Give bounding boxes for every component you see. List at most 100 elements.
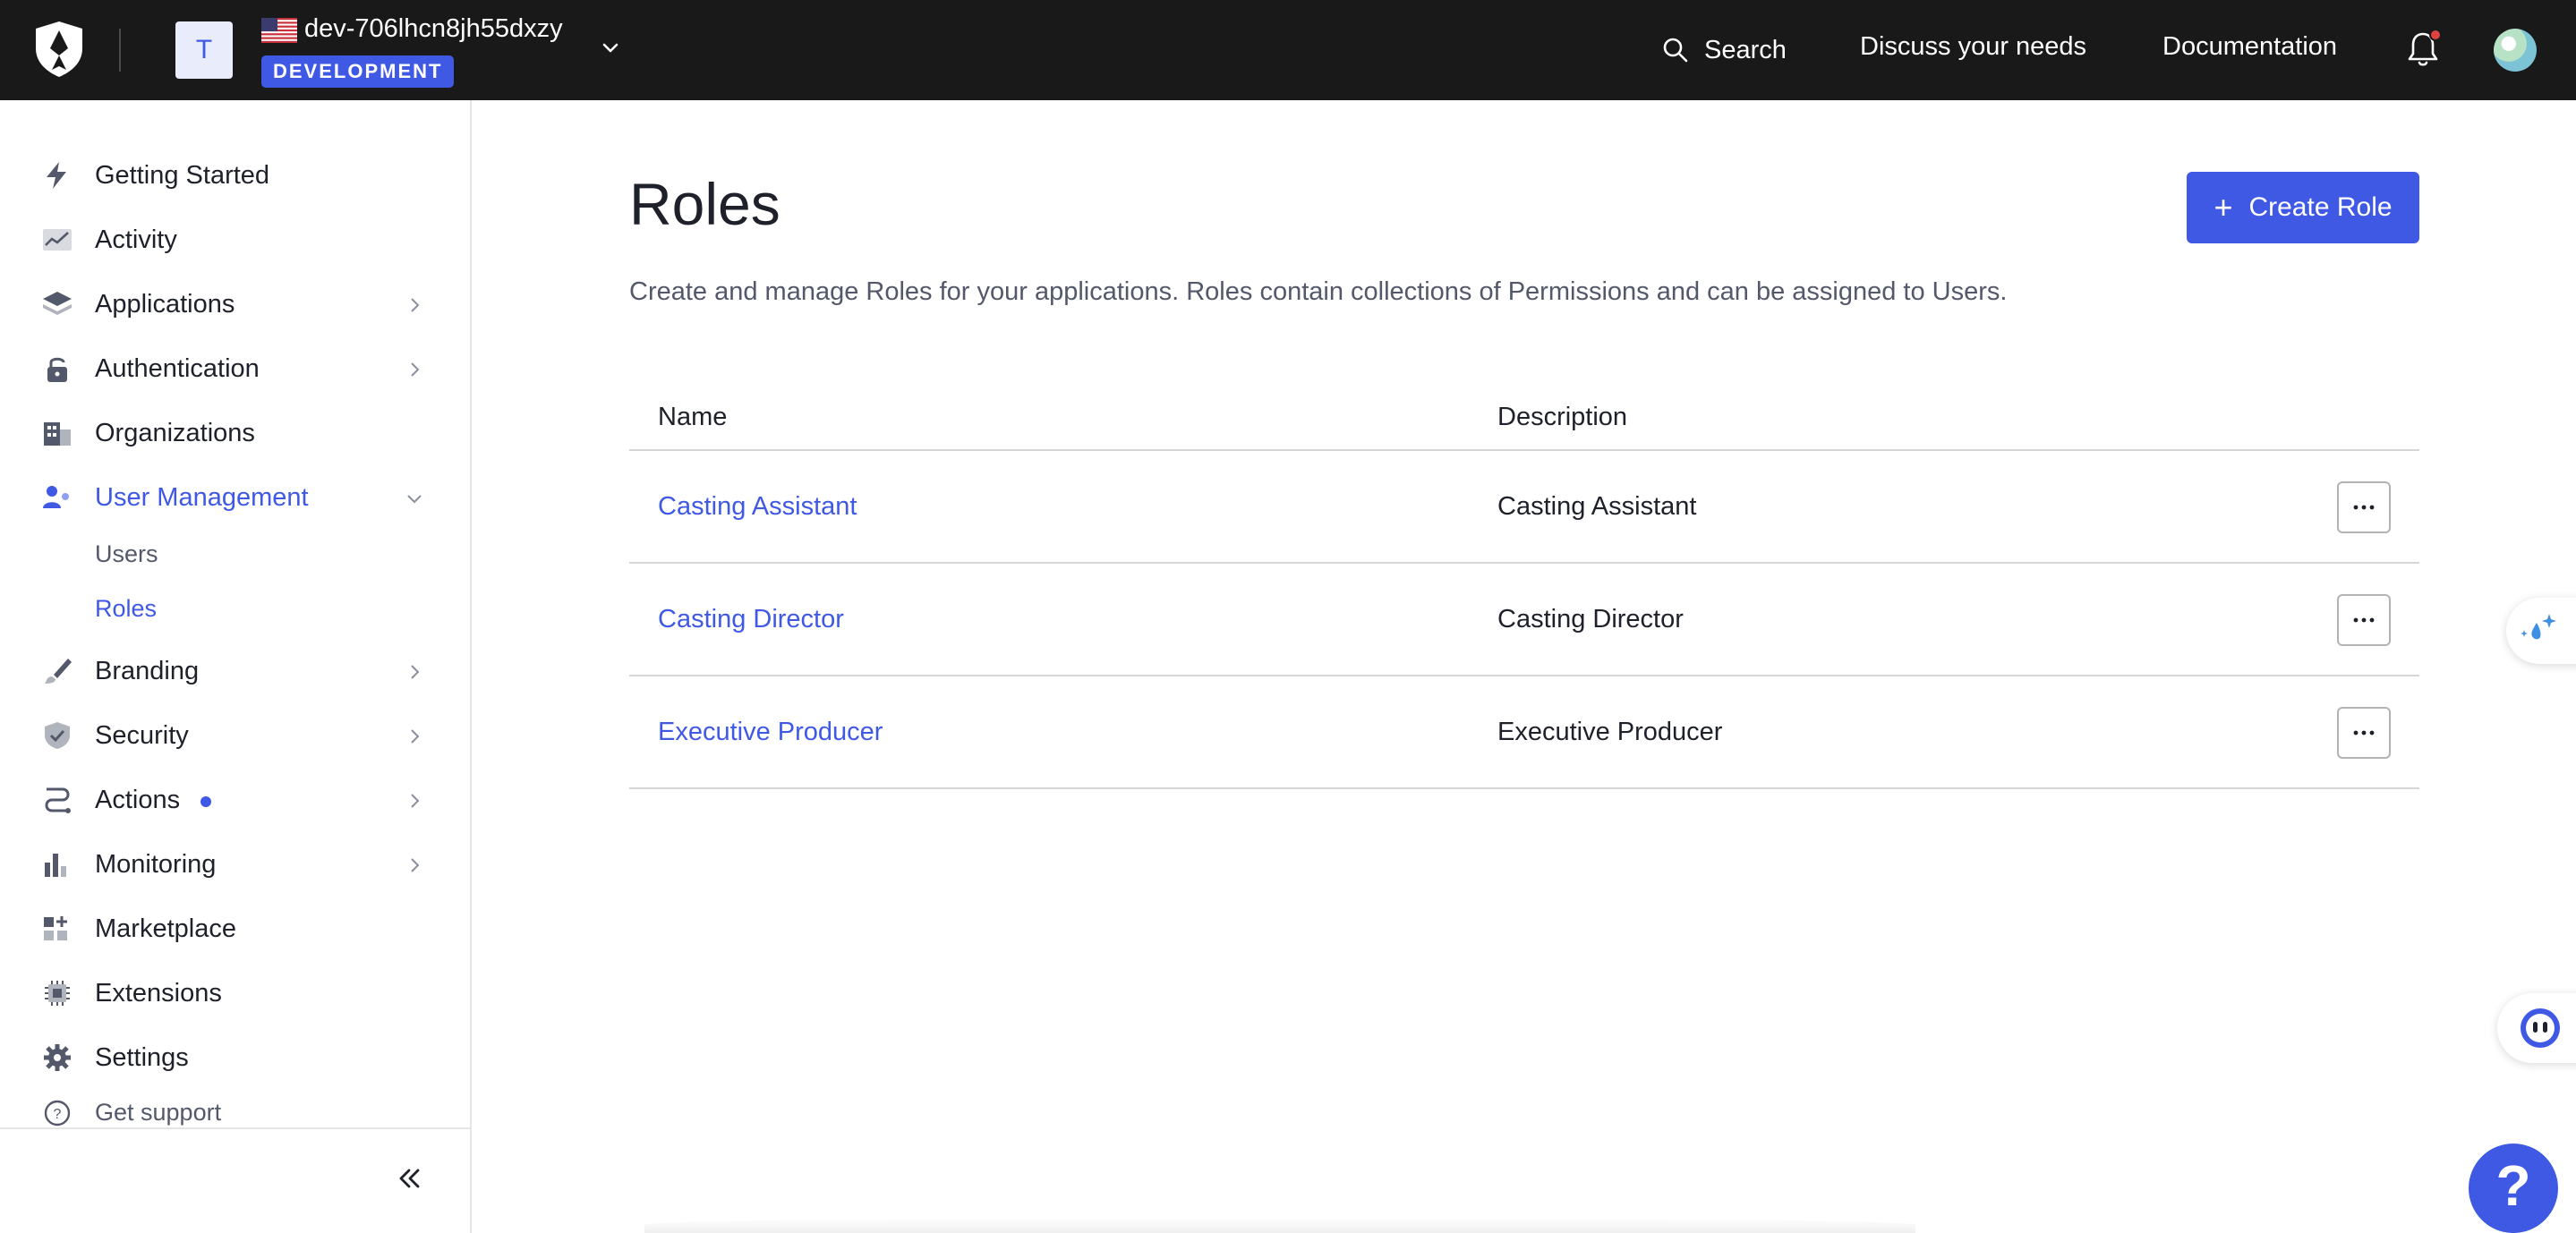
sidebar-subitem-users[interactable]: Users <box>95 540 158 568</box>
roles-table: Name Description Casting Assistant Casti… <box>629 387 2419 789</box>
chevron-right-icon <box>411 362 420 377</box>
page-title: Roles <box>629 171 780 237</box>
search-label: Search <box>1704 35 1787 64</box>
sidebar-subitem-roles[interactable]: Roles <box>95 595 157 623</box>
sidebar-item-label: Monitoring <box>95 849 217 879</box>
sidebar-item-label: Get support <box>95 1098 222 1126</box>
shield-check-icon <box>45 722 70 749</box>
row-actions-button[interactable] <box>2337 481 2391 533</box>
environment-badge: DEVELOPMENT <box>261 55 455 88</box>
sidebar-item-organizations[interactable]: Organizations <box>0 406 470 460</box>
new-badge-dot <box>200 796 211 807</box>
sidebar-item-label: Authentication <box>95 353 260 383</box>
tenant-avatar[interactable]: T <box>175 21 233 79</box>
sidebar-item-label: Settings <box>95 1042 189 1072</box>
top-bar: T dev-706lhcn8jh55dxzy DEVELOPMENT Searc… <box>0 0 2576 100</box>
table-row: Casting Assistant Casting Assistant <box>629 451 2419 564</box>
bot-face-icon <box>2521 1008 2560 1048</box>
sidebar-item-branding[interactable]: Branding <box>0 644 470 698</box>
sidebar-item-label: User Management <box>95 482 309 512</box>
sidebar-item-label: Branding <box>95 656 200 685</box>
row-actions-button[interactable] <box>2337 707 2391 759</box>
sidebar-item-label: Extensions <box>95 978 222 1008</box>
building-icon <box>44 422 71 446</box>
discuss-needs-link[interactable]: Discuss your needs <box>1860 32 2086 62</box>
sidebar-item-label: Security <box>95 720 189 750</box>
question-circle-icon: ? <box>44 1100 71 1127</box>
brush-icon <box>45 659 72 684</box>
shield-logo-icon[interactable] <box>34 21 84 77</box>
grid-plus-icon <box>44 916 67 940</box>
user-avatar[interactable] <box>2494 29 2537 72</box>
layers-icon <box>43 292 72 315</box>
sidebar-item-getting-started[interactable]: Getting Started <box>0 149 470 202</box>
sidebar-item-label: Marketplace <box>95 914 236 943</box>
sidebar-item-label: Applications <box>95 289 235 319</box>
create-role-label: Create Role <box>2248 192 2393 222</box>
sidebar-item-label: Actions <box>95 785 181 814</box>
role-name-link[interactable]: Executive Producer <box>658 718 883 747</box>
chevron-right-icon <box>411 858 420 872</box>
sidebar-item-security[interactable]: Security <box>0 709 470 762</box>
notification-dot <box>2429 29 2442 41</box>
sidebar-item-label: Getting Started <box>95 160 270 190</box>
flow-icon <box>45 787 71 813</box>
topbar-divider <box>119 29 121 72</box>
chevron-right-icon <box>411 729 420 744</box>
gear-icon <box>44 1044 71 1071</box>
sidebar-item-activity[interactable]: Activity <box>0 213 470 267</box>
sparkle-drop-icon <box>2521 614 2556 640</box>
chevron-down-icon <box>407 495 422 504</box>
lightning-icon <box>47 162 66 189</box>
role-name-link[interactable]: Casting Director <box>658 605 844 634</box>
lock-icon <box>47 357 67 382</box>
more-horizontal-icon <box>2353 505 2375 510</box>
chat-bot-widget[interactable] <box>2497 993 2576 1063</box>
page-description: Create and manage Roles for your applica… <box>629 277 2008 306</box>
role-description: Casting Assistant <box>1497 492 1697 521</box>
plus-icon: + <box>2213 189 2233 225</box>
chevron-right-icon <box>411 794 420 808</box>
bar-chart-icon <box>45 854 66 877</box>
sidebar-item-extensions[interactable]: Extensions <box>0 966 470 1020</box>
sidebar-item-authentication[interactable]: Authentication <box>0 342 470 395</box>
sidebar-item-marketplace[interactable]: Marketplace <box>0 902 470 956</box>
table-row: Executive Producer Executive Producer <box>629 676 2419 789</box>
column-header-name: Name <box>658 403 728 431</box>
sparkle-assistant-widget[interactable] <box>2506 598 2576 664</box>
table-row: Casting Director Casting Director <box>629 564 2419 676</box>
chevron-right-icon <box>411 665 420 679</box>
search-button[interactable]: Search <box>1661 29 1787 72</box>
role-description: Executive Producer <box>1497 718 1723 746</box>
sidebar-footer <box>0 1127 470 1233</box>
sidebar: Getting Started Activity Applications Au… <box>0 100 472 1233</box>
sidebar-item-monitoring[interactable]: Monitoring <box>0 838 470 891</box>
users-icon <box>43 486 69 508</box>
table-header: Name Description <box>629 387 2419 451</box>
search-icon <box>1663 38 1688 63</box>
row-actions-button[interactable] <box>2337 594 2391 646</box>
collapse-sidebar-icon[interactable] <box>394 1163 424 1194</box>
chevron-right-icon <box>411 298 420 312</box>
role-name-link[interactable]: Casting Assistant <box>658 492 857 522</box>
sidebar-item-applications[interactable]: Applications <box>0 277 470 331</box>
svg-text:?: ? <box>54 1107 62 1122</box>
bottom-shadow <box>644 1217 1915 1233</box>
sidebar-item-settings[interactable]: Settings <box>0 1031 470 1084</box>
sidebar-item-label: Activity <box>95 225 177 254</box>
documentation-link[interactable]: Documentation <box>2162 32 2337 62</box>
chevron-down-icon[interactable] <box>598 36 623 61</box>
create-role-button[interactable]: + Create Role <box>2187 172 2419 243</box>
role-description: Casting Director <box>1497 605 1684 634</box>
chip-icon <box>45 981 70 1006</box>
activity-chart-icon <box>43 229 72 251</box>
column-header-description: Description <box>1497 403 1628 431</box>
sidebar-item-label: Organizations <box>95 418 255 447</box>
more-horizontal-icon <box>2353 730 2375 736</box>
sidebar-item-actions[interactable]: Actions <box>0 773 470 827</box>
tenant-name[interactable]: dev-706lhcn8jh55dxzy <box>304 14 563 44</box>
help-button[interactable]: ? <box>2469 1144 2558 1233</box>
more-horizontal-icon <box>2353 617 2375 623</box>
us-flag-icon <box>261 18 297 43</box>
sidebar-item-user-management[interactable]: User Management <box>0 471 470 524</box>
